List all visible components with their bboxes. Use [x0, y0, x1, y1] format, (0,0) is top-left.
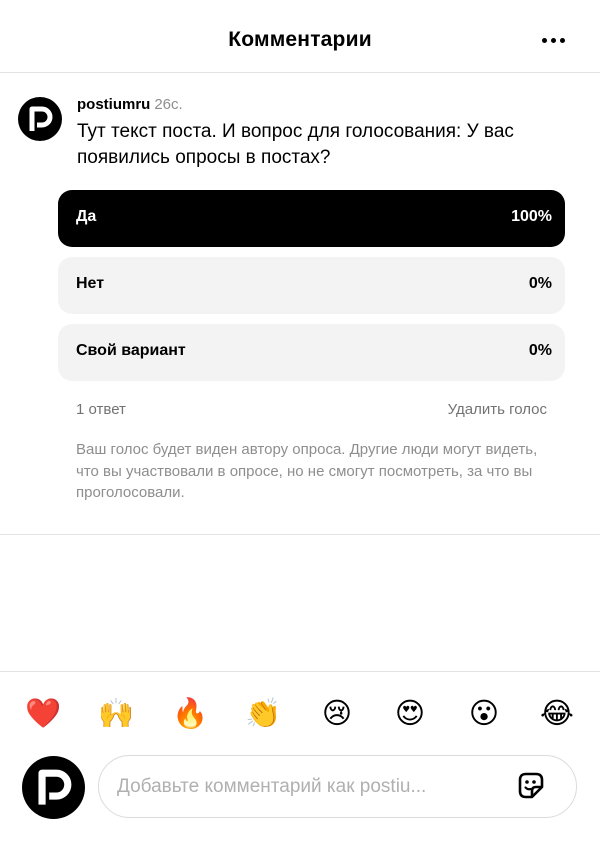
- crying-face-emoji-icon[interactable]: 😢: [317, 694, 357, 734]
- heart-eyes-emoji-icon[interactable]: 😍: [390, 694, 430, 734]
- poll-option-fill: [58, 190, 565, 247]
- post-time: 26с.: [154, 96, 183, 113]
- header-bar: Комментарии: [0, 0, 600, 73]
- fire-emoji-icon[interactable]: 🔥: [170, 694, 210, 734]
- more-options-icon[interactable]: [542, 38, 566, 44]
- clapping-hands-emoji-icon[interactable]: 👏: [243, 694, 283, 734]
- raising-hands-emoji-icon[interactable]: 🙌: [96, 694, 136, 734]
- surprised-face-emoji-icon[interactable]: 😮: [464, 694, 504, 734]
- poll-option-custom[interactable]: Свой вариант 0%: [58, 324, 565, 381]
- post-meta: postiumru 26с.: [77, 95, 183, 115]
- comment-input-container: [98, 755, 577, 818]
- heart-emoji-icon[interactable]: ❤️: [23, 694, 63, 734]
- poll-option-label: Да: [76, 208, 97, 225]
- poll-option-percent: 0%: [528, 342, 552, 359]
- poll-option-yes[interactable]: Да 100%: [58, 190, 565, 247]
- post-username[interactable]: postiumru: [77, 96, 150, 113]
- poll-option-no[interactable]: Нет 0%: [58, 257, 565, 314]
- post-text: Тут текст поста. И вопрос для голосовани…: [77, 121, 514, 168]
- user-avatar-icon[interactable]: [22, 756, 85, 819]
- postium-logo-icon[interactable]: [18, 97, 62, 141]
- poll-answers-count: 1 ответ: [76, 401, 126, 418]
- remove-vote-button[interactable]: Удалить голос: [448, 401, 547, 418]
- post-container: postiumru 26с. Тут текст поста. И вопрос …: [0, 73, 600, 535]
- emoji-reaction-bar: ❤️ 🙌 🔥 👏 😢 😍 😮 😂: [0, 671, 600, 755]
- poll-option-label: Нет: [76, 275, 105, 292]
- poll-option-label: Свой вариант: [76, 342, 186, 359]
- sticker-icon[interactable]: [514, 769, 548, 803]
- poll-option-percent: 0%: [528, 275, 552, 292]
- comment-input[interactable]: [117, 756, 497, 817]
- poll-privacy-note: Ваш голос будет виден автору опроса. Дру…: [76, 441, 538, 501]
- page-title: Комментарии: [228, 28, 372, 51]
- poll-option-percent: 100%: [511, 208, 552, 225]
- tears-of-joy-emoji-icon[interactable]: 😂: [537, 694, 577, 734]
